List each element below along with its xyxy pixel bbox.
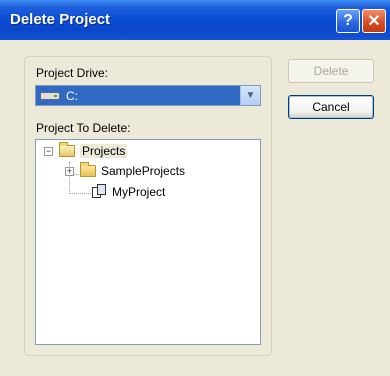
expand-icon[interactable]: +	[65, 166, 74, 176]
folder-icon	[80, 162, 96, 177]
title-bar[interactable]: Delete Project ? ✕	[0, 0, 390, 40]
delete-project-dialog: Delete Project ? ✕ Project Drive: C: ▼ P…	[0, 0, 390, 376]
tree-node-label: MyProject	[112, 184, 166, 199]
tree-node-label: SampleProjects	[101, 164, 186, 178]
help-icon: ?	[343, 12, 353, 29]
project-tree[interactable]: − Projects + SampleProjects MyProject	[35, 139, 261, 345]
drive-value: C:	[66, 89, 78, 103]
delete-button[interactable]: Delete	[288, 59, 374, 83]
help-button[interactable]: ?	[336, 9, 360, 33]
chevron-down-icon[interactable]: ▼	[240, 86, 260, 105]
close-button[interactable]: ✕	[362, 9, 386, 33]
collapse-icon[interactable]: −	[44, 146, 53, 156]
tree-node-myproject[interactable]: MyProject	[92, 184, 165, 199]
tree-node-projects[interactable]: − Projects	[44, 142, 128, 158]
tree-connector	[69, 193, 91, 194]
close-icon: ✕	[367, 13, 381, 30]
project-file-icon	[92, 184, 107, 199]
tree-node-sampleprojects[interactable]: + SampleProjects	[65, 162, 186, 178]
cancel-button[interactable]: Cancel	[288, 95, 374, 119]
project-drive-label: Project Drive:	[36, 66, 109, 80]
project-drive-select[interactable]: C: ▼	[35, 85, 261, 106]
folder-open-icon	[59, 142, 75, 157]
window-title: Delete Project	[10, 11, 111, 28]
tree-node-label: Projects	[80, 144, 128, 158]
drive-icon	[40, 92, 60, 100]
project-to-delete-label: Project To Delete:	[36, 121, 131, 135]
